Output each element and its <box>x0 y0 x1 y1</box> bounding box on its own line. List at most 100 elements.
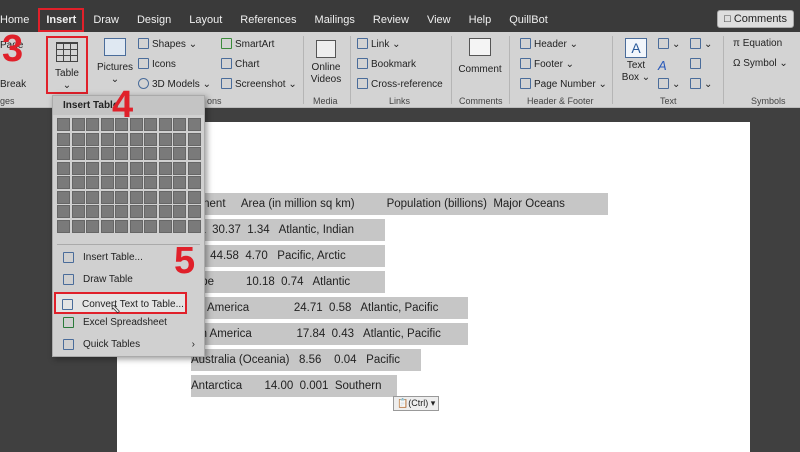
grid-cell[interactable] <box>173 205 186 218</box>
table-button[interactable]: Table ⌄ <box>46 36 88 94</box>
grid-cell[interactable] <box>173 176 186 189</box>
symbol-button[interactable]: Ω Symbol ⌄ <box>733 58 788 69</box>
grid-cell[interactable] <box>173 147 186 160</box>
grid-cell[interactable] <box>86 219 99 233</box>
footer-button[interactable]: Footer ⌄ <box>520 58 574 70</box>
grid-cell[interactable] <box>115 219 128 233</box>
grid-cell[interactable] <box>57 219 70 233</box>
comments-button[interactable]: □ Comments <box>717 10 794 28</box>
grid-cell[interactable] <box>144 132 157 146</box>
grid-cell[interactable] <box>86 161 99 175</box>
grid-cell[interactable] <box>173 132 186 146</box>
cross-reference-button[interactable]: Cross-reference <box>357 78 443 90</box>
grid-cell[interactable] <box>100 161 114 175</box>
grid-cell[interactable] <box>86 190 99 204</box>
grid-cell[interactable] <box>173 161 186 175</box>
tab-references[interactable]: References <box>231 10 305 30</box>
grid-cell[interactable] <box>158 176 172 189</box>
smartart-button[interactable]: SmartArt <box>221 38 274 50</box>
grid-cell[interactable] <box>187 176 201 189</box>
page-break-button[interactable]: Break <box>0 79 26 90</box>
grid-cell[interactable] <box>187 219 201 233</box>
grid-cell[interactable] <box>100 190 114 204</box>
grid-cell[interactable] <box>100 147 114 160</box>
document-line[interactable]: Australia (Oceania) 8.56 0.04 Pacific <box>191 349 421 371</box>
wordart-icon[interactable]: A <box>658 58 667 73</box>
drop-cap-icon[interactable]: ⌄ <box>658 78 680 90</box>
grid-cell[interactable] <box>187 205 201 218</box>
grid-cell[interactable] <box>173 219 186 233</box>
grid-cell[interactable] <box>57 190 70 204</box>
signature-line-icon[interactable]: ⌄ <box>690 38 712 50</box>
grid-cell[interactable] <box>129 190 143 204</box>
grid-cell[interactable] <box>129 147 143 160</box>
grid-cell[interactable] <box>57 132 70 146</box>
document-line[interactable]: rope 10.18 0.74 Atlantic <box>191 271 385 293</box>
grid-cell[interactable] <box>57 147 70 160</box>
tab-design[interactable]: Design <box>128 10 180 30</box>
tab-insert[interactable]: Insert <box>38 8 85 32</box>
bookmark-button[interactable]: Bookmark <box>357 58 416 70</box>
table-size-grid[interactable] <box>57 118 201 233</box>
grid-cell[interactable] <box>100 219 114 233</box>
grid-cell[interactable] <box>129 161 143 175</box>
date-time-icon[interactable] <box>690 58 704 70</box>
grid-cell[interactable] <box>86 176 99 189</box>
document-line[interactable]: ica 30.37 1.34 Atlantic, Indian <box>191 219 385 241</box>
grid-cell[interactable] <box>71 205 85 218</box>
grid-cell[interactable] <box>100 176 114 189</box>
grid-cell[interactable] <box>144 190 157 204</box>
screenshot-button[interactable]: Screenshot ⌄ <box>221 78 297 90</box>
document-line[interactable]: uth America 17.84 0.43 Atlantic, Pacific <box>191 323 468 345</box>
tab-review[interactable]: Review <box>364 10 418 30</box>
tab-draw[interactable]: Draw <box>84 10 128 30</box>
document-line[interactable]: a 44.58 4.70 Pacific, Arctic <box>191 245 385 267</box>
grid-cell[interactable] <box>115 205 128 218</box>
tab-layout[interactable]: Layout <box>180 10 231 30</box>
menu-item-excel-spreadsheet[interactable]: Excel Spreadsheet <box>57 312 201 334</box>
menu-item-convert-text-to-table[interactable]: Convert Text to Table... ⬁ <box>54 292 187 316</box>
grid-cell[interactable] <box>71 176 85 189</box>
online-videos-button[interactable]: Online Videos <box>306 40 346 86</box>
grid-cell[interactable] <box>57 118 70 131</box>
grid-cell[interactable] <box>187 118 201 131</box>
grid-cell[interactable] <box>187 147 201 160</box>
grid-cell[interactable] <box>173 118 186 131</box>
tab-help[interactable]: Help <box>460 10 501 30</box>
grid-cell[interactable] <box>144 219 157 233</box>
grid-cell[interactable] <box>129 205 143 218</box>
grid-cell[interactable] <box>71 190 85 204</box>
grid-cell[interactable] <box>187 161 201 175</box>
grid-cell[interactable] <box>158 190 172 204</box>
equation-button[interactable]: π Equation <box>733 38 782 49</box>
grid-cell[interactable] <box>158 205 172 218</box>
text-box-button[interactable]: A Text Box ⌄ <box>618 38 654 84</box>
grid-cell[interactable] <box>115 132 128 146</box>
tab-home[interactable]: Home <box>0 10 38 30</box>
grid-cell[interactable] <box>86 132 99 146</box>
page-number-button[interactable]: Page Number ⌄ <box>520 78 607 90</box>
grid-cell[interactable] <box>144 147 157 160</box>
document-line[interactable]: Antarctica 14.00 0.001 Southern <box>191 375 397 397</box>
grid-cell[interactable] <box>173 190 186 204</box>
pictures-button[interactable]: Pictures ⌄ <box>96 38 134 86</box>
grid-cell[interactable] <box>57 205 70 218</box>
grid-cell[interactable] <box>158 219 172 233</box>
grid-cell[interactable] <box>187 132 201 146</box>
grid-cell[interactable] <box>57 161 70 175</box>
grid-cell[interactable] <box>71 132 85 146</box>
grid-cell[interactable] <box>144 176 157 189</box>
header-button[interactable]: Header ⌄ <box>520 38 578 50</box>
grid-cell[interactable] <box>144 161 157 175</box>
document-line[interactable]: ntinent Area (in million sq km) Populati… <box>191 193 608 215</box>
grid-cell[interactable] <box>115 147 128 160</box>
grid-cell[interactable] <box>115 161 128 175</box>
grid-cell[interactable] <box>100 132 114 146</box>
tab-view[interactable]: View <box>418 10 460 30</box>
grid-cell[interactable] <box>57 176 70 189</box>
grid-cell[interactable] <box>86 118 99 131</box>
chart-button[interactable]: Chart <box>221 58 259 70</box>
grid-cell[interactable] <box>129 132 143 146</box>
icons-button[interactable]: Icons <box>138 58 176 70</box>
grid-cell[interactable] <box>144 205 157 218</box>
